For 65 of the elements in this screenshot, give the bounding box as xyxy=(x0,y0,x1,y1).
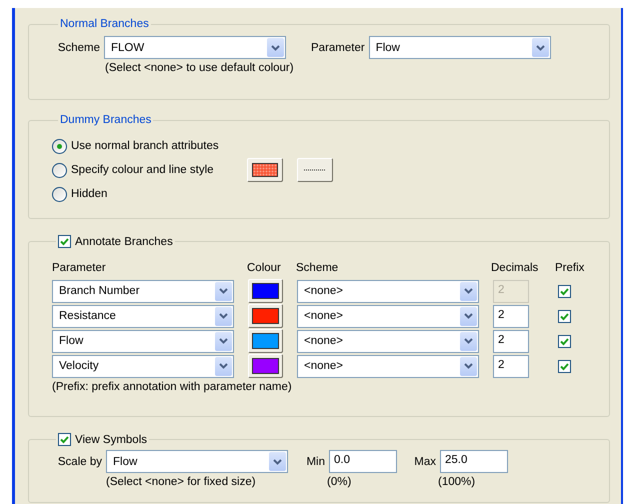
field-label: Parameter xyxy=(311,42,366,54)
dropdown[interactable]: Resistance xyxy=(52,304,234,328)
line-style-button[interactable] xyxy=(297,158,333,182)
checkbox[interactable] xyxy=(558,284,571,298)
checkbox[interactable] xyxy=(558,334,571,348)
field-label: Scheme xyxy=(56,42,101,54)
dropdown[interactable]: Flow xyxy=(52,330,234,352)
checkbox[interactable] xyxy=(58,235,71,248)
colour-button[interactable] xyxy=(248,354,283,378)
field-label: Min xyxy=(305,456,326,468)
chevron-icon xyxy=(536,44,545,50)
checkbox[interactable] xyxy=(558,360,571,372)
radio-label[interactable]: Specify colour and line style xyxy=(71,164,247,176)
decimals-field[interactable]: 2 xyxy=(493,330,529,352)
chevron-icon xyxy=(464,313,473,319)
hint-text: (0%) xyxy=(327,476,352,488)
checkbox[interactable] xyxy=(58,433,71,446)
chevron-icon xyxy=(219,338,228,344)
chevron-icon xyxy=(464,288,473,294)
chevron-icon xyxy=(271,44,280,50)
dropdown[interactable]: FLOW xyxy=(104,36,286,59)
radio-label[interactable]: Use normal branch attributes xyxy=(71,140,247,152)
chevron-icon xyxy=(464,338,473,344)
chevron-icon xyxy=(219,313,228,319)
column-header: Scheme xyxy=(296,262,340,274)
dropdown[interactable]: <none> xyxy=(297,304,479,328)
colour-button[interactable] xyxy=(248,329,283,353)
checkbox[interactable] xyxy=(558,310,571,322)
column-header: Colour xyxy=(247,262,282,274)
checkbox-label[interactable]: View Symbols xyxy=(75,434,148,446)
radio-button[interactable] xyxy=(52,162,67,178)
radio-label[interactable]: Hidden xyxy=(71,188,247,200)
column-header: Prefix xyxy=(555,262,584,274)
checkbox-label[interactable]: Annotate Branches xyxy=(75,236,173,248)
hint-text: (Select <none> for fixed size) xyxy=(106,476,257,488)
dropdown[interactable]: Velocity xyxy=(52,354,234,378)
hint-text: (Select <none> to use default colour) xyxy=(105,62,295,74)
chevron-icon xyxy=(273,458,282,464)
max-field[interactable]: 25.0 xyxy=(440,450,508,473)
dashed-line-icon xyxy=(304,169,326,171)
group-title: Normal Branches xyxy=(59,18,150,30)
group-title: Dummy Branches xyxy=(59,114,152,126)
dropdown[interactable]: Flow xyxy=(106,450,288,473)
dropdown[interactable]: <none> xyxy=(297,280,479,302)
chevron-icon xyxy=(219,288,228,294)
colour-button[interactable] xyxy=(248,304,283,328)
note-text: (Prefix: prefix annotation with parameter name) xyxy=(52,381,293,393)
dropdown[interactable]: <none> xyxy=(297,330,479,352)
column-header: Parameter xyxy=(52,262,107,274)
hint-text: (100%) xyxy=(438,476,476,488)
field-label: Scale by xyxy=(56,456,103,468)
dropdown[interactable]: <none> xyxy=(297,354,479,378)
decimals-field[interactable]: 2 xyxy=(493,354,529,378)
radio-button[interactable] xyxy=(52,138,67,154)
dropdown[interactable]: Branch Number xyxy=(52,280,234,302)
radio-button[interactable] xyxy=(52,186,67,202)
colour-button[interactable] xyxy=(248,279,283,303)
min-field[interactable]: 0.0 xyxy=(329,450,397,473)
colour-button[interactable] xyxy=(247,158,283,182)
column-header: Decimals xyxy=(491,262,540,274)
field-label: Max xyxy=(413,456,437,468)
chevron-icon xyxy=(464,363,473,369)
chevron-icon xyxy=(219,363,228,369)
dropdown[interactable]: Flow xyxy=(368,36,551,59)
decimals-field[interactable]: 2 xyxy=(493,304,529,328)
